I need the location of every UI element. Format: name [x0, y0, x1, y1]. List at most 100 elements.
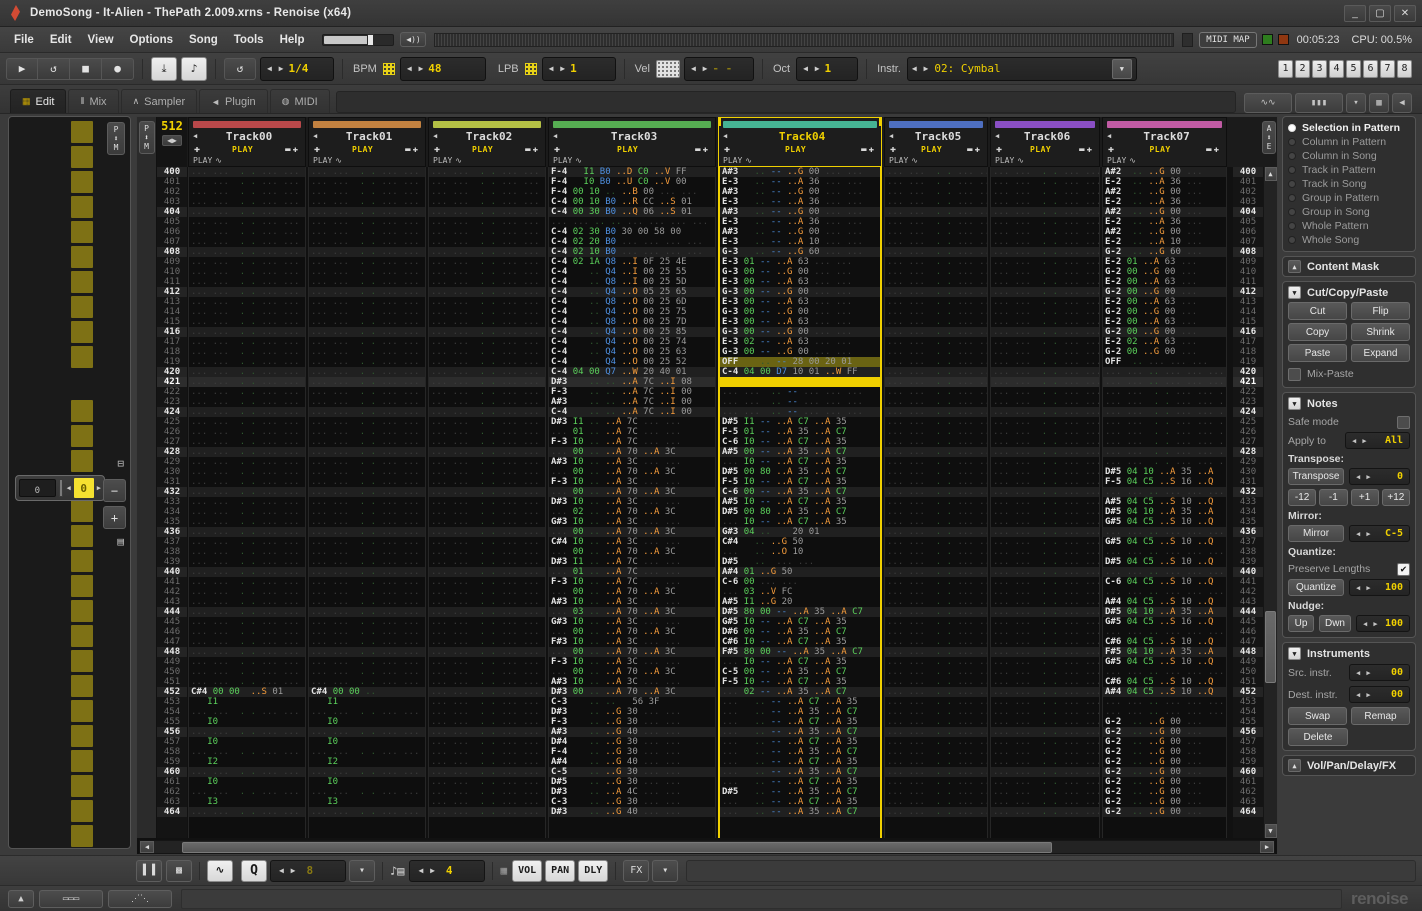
- sequence-block[interactable]: [71, 725, 93, 747]
- pattern-row[interactable]: D#3 I0 .. ..A 3C ... ...: [549, 497, 715, 507]
- pattern-row[interactable]: G#5 04 C5 ..S 10 ..Q: [1103, 517, 1226, 527]
- pattern-row[interactable]: D#5 04 10 ..A 35 ..A: [1103, 607, 1226, 617]
- pattern-row[interactable]: ... ... . . ... ... ... ...: [429, 187, 545, 197]
- pattern-row[interactable]: ... ... . . ... ... ... ...: [991, 637, 1099, 647]
- pattern-row[interactable]: ... ... . . ... ... ... ...: [991, 537, 1099, 547]
- pattern-row[interactable]: ... ... . . ... ... ... ...: [189, 297, 305, 307]
- pattern-row[interactable]: ... ... . . ... ... ... ...: [885, 557, 987, 567]
- pattern-row[interactable]: ... ... . . ... ... ... ...: [991, 397, 1099, 407]
- track-color-bar[interactable]: [433, 121, 541, 128]
- pattern-row[interactable]: ... ... . . ... ... ... ...: [189, 467, 305, 477]
- pattern-row[interactable]: ... ... . . ... ... ... ...: [429, 477, 545, 487]
- track-play-label[interactable]: PLAY: [730, 145, 861, 154]
- pattern-row[interactable]: ... ... .. -- ... ... ...: [720, 387, 880, 397]
- pattern-row[interactable]: ... ... . . ... ... ... ...: [429, 437, 545, 447]
- sequence-block[interactable]: [71, 600, 93, 622]
- pattern-row[interactable]: G-2 .. ..G 00 ...: [1103, 747, 1226, 757]
- pattern-row[interactable]: ... ... . . ... ... ... ...: [309, 617, 425, 627]
- pattern-row[interactable]: ... 00 .. ..A 70 ..A 3C: [549, 547, 715, 557]
- transpose-field[interactable]: ◀ ▶ 0: [1349, 468, 1410, 485]
- pattern-row[interactable]: ... ... . . ... ... ... ...: [429, 597, 545, 607]
- pattern-row[interactable]: ... ... . . ... ... ... ...: [885, 337, 987, 347]
- stop-button[interactable]: ■: [70, 57, 102, 80]
- pattern-row[interactable]: ... ... . . ... ... ... ...: [885, 627, 987, 637]
- pattern-row[interactable]: ... ... . . ... ... ... ...: [1103, 387, 1226, 397]
- pattern-row[interactable]: ... ... . . ... ... ... ...: [189, 427, 305, 437]
- pattern-row[interactable]: F-3 I0 .. ..A 7C ... ...: [549, 437, 715, 447]
- pattern-row[interactable]: G-3 00 -- ..G 00 ... ...: [720, 347, 880, 357]
- track-play-label[interactable]: PLAY: [560, 145, 695, 154]
- sequence-block[interactable]: [71, 700, 93, 722]
- sequence-add-button[interactable]: +: [103, 506, 126, 529]
- pattern-row[interactable]: ... ... . . ... ... ... ...: [429, 727, 545, 737]
- bank-key-3[interactable]: 3: [1312, 59, 1327, 78]
- column-minus-plus-icon[interactable]: ▬✚: [525, 145, 540, 155]
- pattern-row[interactable]: ... ... . . ... ... ... ...: [885, 727, 987, 737]
- pattern-row[interactable]: ... ... . . ... ... ... ...: [991, 167, 1099, 177]
- pattern-row[interactable]: ... ... . . ... ... ... ...: [189, 667, 305, 677]
- pattern-row[interactable]: ... ... . . ... ... ... ...: [429, 397, 545, 407]
- collapse-arrow-icon[interactable]: ▼: [1288, 647, 1301, 660]
- pattern-row[interactable]: ... ... . . ... ... ... ...: [885, 567, 987, 577]
- pattern-row[interactable]: D#6 00 -- ..A 35 ..A C7: [720, 627, 880, 637]
- bank-key-4[interactable]: 4: [1329, 59, 1344, 78]
- pattern-row[interactable]: ... ... . . ... ... ... ...: [429, 217, 545, 227]
- pattern-row[interactable]: ... ... .. ... ... ...: [1103, 547, 1226, 557]
- pattern-row[interactable]: ... ... .. ... ... ...: [1103, 707, 1226, 717]
- pattern-row[interactable]: A#3 .. ..G 40 ... ...: [549, 727, 715, 737]
- pattern-row[interactable]: ... ... .. .. ... ... ... ...: [549, 217, 715, 227]
- pattern-row[interactable]: ... ... . . ... ... ... ...: [991, 677, 1099, 687]
- pattern-row[interactable]: E-3 01 -- ..A 63 ... ...: [720, 257, 880, 267]
- pattern-row[interactable]: E-2 00 ..A 63 ...: [1103, 277, 1226, 287]
- pattern-row[interactable]: G-2 00 ..G 00 ...: [1103, 347, 1226, 357]
- pattern-row[interactable]: ... ... . . ... ... ... ...: [429, 637, 545, 647]
- advanced-edit-icon[interactable]: ▩: [166, 859, 192, 882]
- preserve-lengths-checkbox[interactable]: ✔: [1397, 562, 1410, 576]
- track-name[interactable]: Track04: [727, 130, 877, 143]
- pattern-row[interactable]: ... ... . . ... ... ... ...: [991, 747, 1099, 757]
- pattern-row[interactable]: ... ... . . ... ... ... ...: [309, 487, 425, 497]
- left-right-arrows-icon[interactable]: ◀ ▶: [912, 64, 929, 73]
- bank-key-8[interactable]: 8: [1397, 59, 1412, 78]
- pattern-row[interactable]: ... ... . . ... ... ... ...: [991, 187, 1099, 197]
- pattern-row[interactable]: ... ... .. ... ... ...: [1103, 377, 1226, 387]
- pattern-row[interactable]: ... ... . . ... ... ... ...: [429, 207, 545, 217]
- pattern-row[interactable]: C-4 .. Q4 ..O 00 25 85: [549, 327, 715, 337]
- scope-option-6[interactable]: Group in Song: [1288, 205, 1410, 219]
- pattern-row[interactable]: ... ... . . ... ... ... ...: [991, 617, 1099, 627]
- pattern-row[interactable]: D#5 04 10 ..A 35 ..A: [1103, 507, 1226, 517]
- pattern-row[interactable]: ... ... . . ... ... ... ...: [429, 307, 545, 317]
- pattern-row[interactable]: ... ... . . ... ... ... ...: [189, 207, 305, 217]
- sequence-block[interactable]: [71, 121, 93, 143]
- pattern-row[interactable]: ... ... . . ... ... ... ...: [309, 257, 425, 267]
- pattern-row[interactable]: F-3 .. .. ..A 7C ..I 00: [549, 387, 715, 397]
- track-header-7[interactable]: ◀ Track07 ✚ PLAY ▬✚ PLAY ∿: [1102, 117, 1227, 167]
- track-header-6[interactable]: ◀ Track06 ✚ PLAY ▬✚ PLAY ∿: [990, 117, 1100, 167]
- pattern-row[interactable]: ... ... . . ... ... ... ...: [885, 467, 987, 477]
- pattern-row[interactable]: ... ... . . ... ... ... ...: [309, 387, 425, 397]
- pattern-row[interactable]: ... ... . . ... ... ... ...: [309, 357, 425, 367]
- pattern-row[interactable]: ... ... . . ... ... ... ...: [991, 457, 1099, 467]
- pattern-row[interactable]: ... ... . . ... ... ... ...: [189, 557, 305, 567]
- pattern-row[interactable]: ... ... . . ... ... ... ...: [991, 307, 1099, 317]
- pattern-row[interactable]: ... ... . . ... ... ... ...: [991, 367, 1099, 377]
- pattern-row[interactable]: D#5 .. ..G 30 ... ...: [549, 777, 715, 787]
- dly-column-button[interactable]: DLY: [578, 859, 609, 882]
- pattern-row[interactable]: ... ... . . ... ... ... ...: [885, 497, 987, 507]
- pattern-row[interactable]: ... ... . . ... ... ... ...: [991, 767, 1099, 777]
- track-play-label[interactable]: PLAY: [440, 145, 525, 154]
- pattern-row[interactable]: G-2 .. ..G 60 ...: [1103, 247, 1226, 257]
- pattern-row[interactable]: D#5 04 10 ..A 35 ..A: [1103, 467, 1226, 477]
- pattern-row[interactable]: C-4 04 00 D7 10 01 ..W FF: [720, 367, 880, 377]
- pattern-row[interactable]: ... ... . . ... ... ... ...: [991, 567, 1099, 577]
- pattern-row[interactable]: A#5 I0 -- ..A C7 ..A 35: [720, 497, 880, 507]
- pattern-row[interactable]: ... ... .. ... ... ...: [1103, 367, 1226, 377]
- collapse-arrow-icon[interactable]: ▼: [1288, 397, 1301, 410]
- pattern-row[interactable]: ... ... . . ... ... ... ...: [189, 277, 305, 287]
- pattern-row[interactable]: ... ... . . ... ... ... ...: [309, 667, 425, 677]
- advanced-tab-icon[interactable]: A: [1267, 124, 1272, 133]
- pattern-row[interactable]: ... ... . . ... ... ... ...: [309, 627, 425, 637]
- nudge-up-button[interactable]: Up: [1288, 615, 1314, 632]
- split-view-icon[interactable]: ▌▐: [136, 859, 162, 882]
- pattern-row[interactable]: I3: [309, 797, 425, 807]
